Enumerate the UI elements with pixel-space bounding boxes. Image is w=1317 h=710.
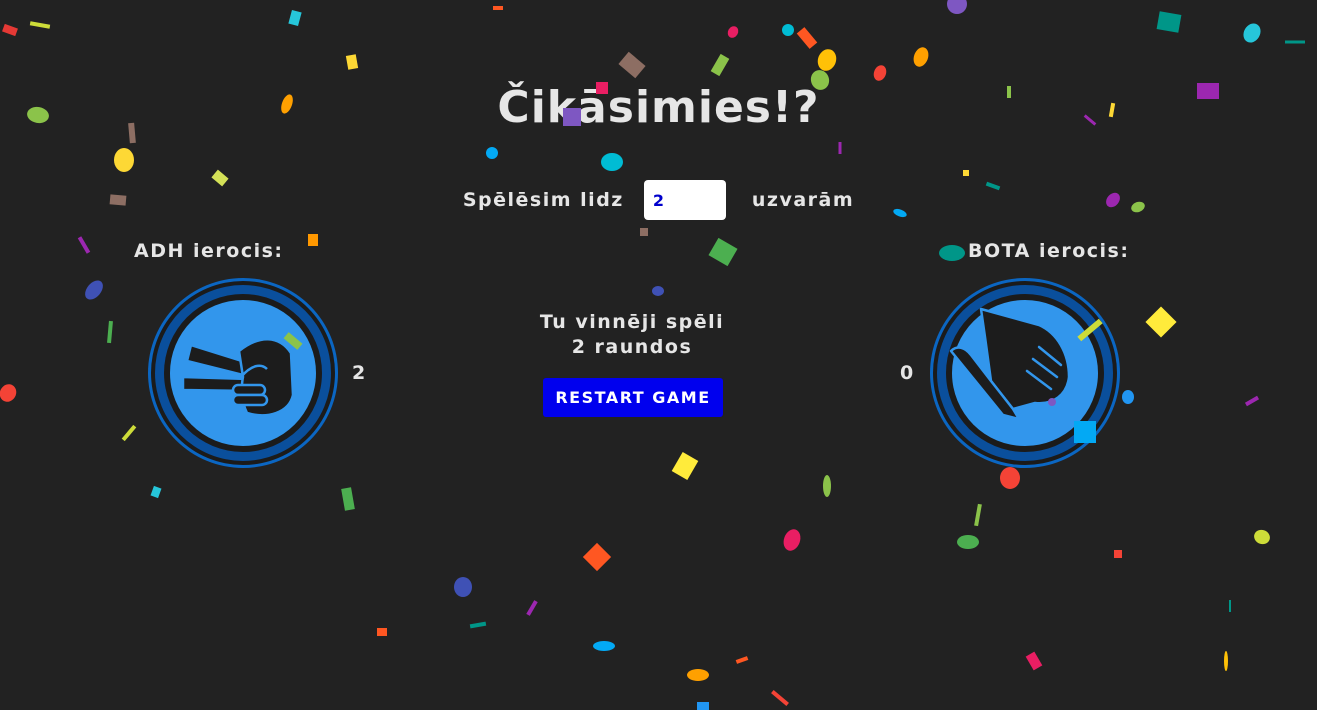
confetti-piece	[493, 6, 503, 10]
confetti-piece	[121, 424, 137, 442]
confetti-piece	[469, 621, 487, 629]
confetti-piece	[671, 451, 699, 481]
bot-weapon-label: BOTA ierocis:	[968, 240, 1130, 262]
confetti-piece	[727, 26, 739, 38]
player-score: 2	[352, 362, 366, 384]
paper-hand-icon	[930, 278, 1120, 468]
page-title: Čikāsimies!?	[497, 82, 820, 133]
confetti-piece	[708, 237, 738, 267]
confetti-piece	[85, 280, 103, 300]
confetti-piece	[526, 600, 538, 616]
confetti-piece	[1254, 529, 1270, 545]
rounds-input[interactable]	[643, 180, 726, 220]
confetti-piece	[593, 641, 615, 651]
bot-score: 0	[900, 362, 914, 384]
confetti-piece	[963, 170, 969, 176]
confetti-piece	[0, 384, 17, 402]
confetti-piece	[77, 236, 91, 254]
confetti-piece	[1156, 11, 1182, 33]
confetti-piece	[873, 65, 887, 81]
confetti-piece	[817, 49, 837, 71]
confetti-piece	[1114, 550, 1122, 558]
confetti-piece	[796, 27, 818, 49]
confetti-piece	[947, 0, 967, 14]
confetti-piece	[288, 9, 302, 27]
confetti-piece	[114, 148, 134, 172]
rounds-setting: Spēlēsim lidz uzvarām	[0, 180, 1317, 220]
confetti-piece	[652, 286, 664, 296]
rounds-label-before: Spēlēsim lidz	[462, 189, 624, 211]
confetti-piece	[582, 542, 612, 572]
confetti-piece	[1025, 651, 1043, 671]
confetti-piece	[454, 577, 472, 597]
result-line-1: Tu vinnēji spēli	[539, 311, 725, 333]
confetti-piece	[974, 503, 982, 527]
rounds-label-after: uzvarām	[751, 189, 855, 211]
confetti-piece	[618, 51, 646, 79]
confetti-piece	[1285, 40, 1305, 44]
confetti-piece	[150, 485, 162, 499]
confetti-piece	[377, 628, 387, 636]
confetti-piece	[771, 690, 789, 706]
confetti-piece	[345, 54, 359, 70]
confetti-piece	[823, 475, 831, 497]
confetti-piece	[1000, 467, 1020, 489]
confetti-piece	[1224, 651, 1228, 671]
confetti-piece	[710, 53, 730, 77]
confetti-piece	[640, 228, 648, 236]
confetti-piece	[697, 702, 709, 710]
confetti-piece	[1122, 390, 1134, 404]
confetti-piece	[939, 245, 965, 261]
confetti-piece	[341, 487, 355, 511]
game-result-message: Tu vinnēji spēli 2 raundos	[0, 310, 1264, 360]
confetti-piece	[308, 234, 318, 246]
confetti-piece	[2, 23, 18, 37]
restart-game-button[interactable]: RESTART GAME	[543, 378, 723, 417]
confetti-piece	[1229, 600, 1231, 612]
player-weapon-label: ADH ierocis:	[134, 240, 284, 262]
confetti-piece	[486, 147, 498, 159]
confetti-piece	[601, 153, 623, 171]
confetti-piece	[782, 24, 794, 36]
confetti-piece	[838, 142, 842, 154]
confetti-piece	[1243, 23, 1261, 43]
confetti-piece	[735, 656, 749, 664]
confetti-piece	[913, 47, 929, 67]
confetti-piece	[783, 529, 801, 551]
confetti-piece	[29, 21, 51, 29]
confetti-piece	[687, 669, 709, 681]
confetti-piece	[1244, 395, 1260, 407]
result-line-2: 2 raundos	[571, 336, 693, 358]
confetti-piece	[957, 535, 979, 549]
scissors-hand-icon	[148, 278, 338, 468]
